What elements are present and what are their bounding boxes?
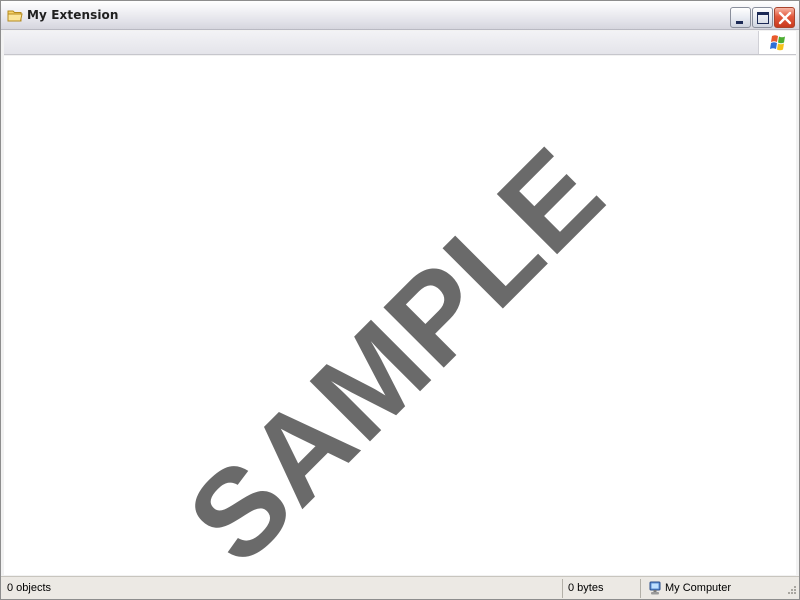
maximize-button[interactable] (752, 7, 773, 28)
status-zone: My Computer (643, 579, 783, 598)
content-area[interactable]: SAMPLE (4, 56, 796, 575)
minimize-icon (736, 21, 743, 24)
windows-flag-icon (770, 35, 785, 51)
resize-grip-icon[interactable] (785, 585, 797, 597)
throbber (758, 31, 796, 54)
sample-watermark: SAMPLE (162, 122, 630, 575)
title-bar[interactable]: My Extension (1, 1, 799, 30)
window-title: My Extension (27, 8, 119, 22)
maximize-icon (757, 12, 769, 24)
close-button[interactable] (774, 7, 795, 28)
explorer-window: My Extension SAMPLE 0 objects 0 bytes My… (0, 0, 800, 600)
status-bar: 0 objects 0 bytes My Computer (1, 576, 799, 599)
my-computer-icon (649, 581, 661, 595)
status-zone-label: My Computer (665, 582, 732, 594)
minimize-button[interactable] (730, 7, 751, 28)
close-icon (778, 11, 792, 25)
folder-icon (7, 9, 23, 22)
toolbar (4, 31, 796, 55)
status-bytes: 0 bytes (564, 579, 641, 598)
status-objects: 0 objects (3, 579, 563, 598)
